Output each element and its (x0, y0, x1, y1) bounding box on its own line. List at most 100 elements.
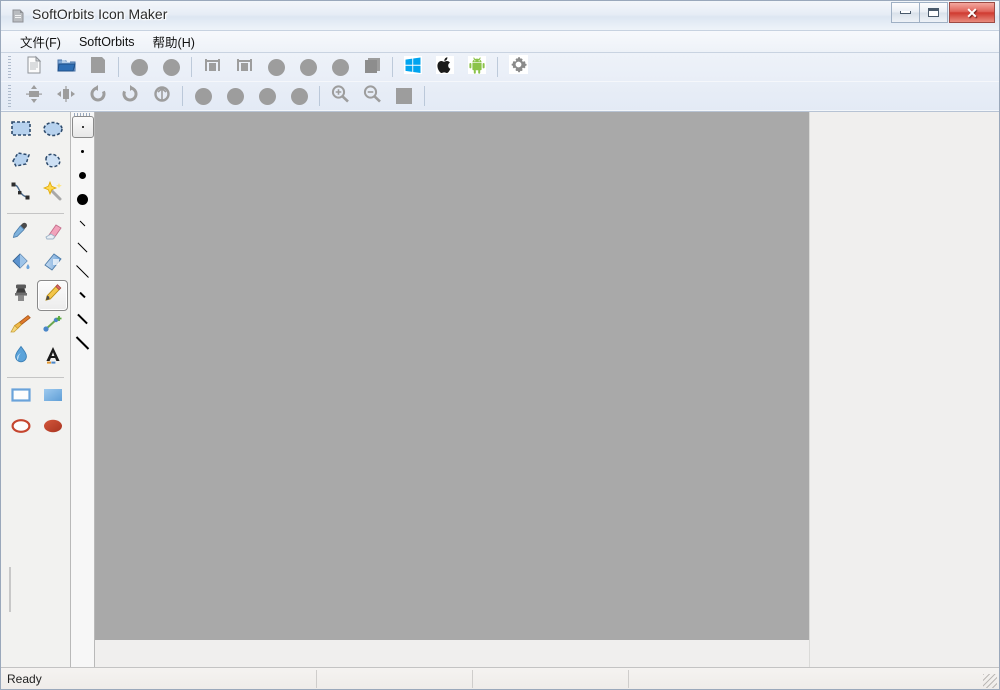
brush-stroke-1[interactable] (72, 212, 94, 234)
ellipse-outline-icon (10, 417, 32, 440)
status-cell-2 (317, 669, 473, 688)
export-apple-button[interactable] (430, 54, 460, 80)
image-canvas[interactable] (95, 112, 810, 640)
tool-gradient[interactable] (37, 249, 68, 280)
tool-rectangle-select[interactable] (5, 116, 36, 147)
export-windows-button[interactable] (398, 54, 428, 80)
tool-path[interactable] (5, 178, 36, 209)
effects-button[interactable] (252, 83, 282, 109)
settings-button[interactable] (503, 54, 533, 80)
tool-eraser[interactable] (37, 218, 68, 249)
close-icon: ✕ (966, 4, 978, 21)
heal-plus-icon (42, 314, 64, 339)
shape-tools-group (1, 382, 70, 444)
rectangle-filled-icon (42, 386, 64, 409)
minimize-icon (900, 11, 911, 14)
zoom-out-icon (362, 84, 383, 109)
resize-canvas-button[interactable] (188, 83, 218, 109)
tool-brush[interactable] (5, 311, 36, 342)
tool-ellipse-select[interactable] (37, 116, 68, 147)
cut-button[interactable] (197, 54, 227, 80)
rotate-left-icon (88, 84, 108, 109)
gradient-icon (42, 252, 64, 277)
tool-blur[interactable] (5, 342, 36, 373)
toolbar-grip[interactable] (7, 85, 15, 107)
layers-button[interactable] (357, 54, 387, 80)
brush-stroke-4[interactable] (72, 284, 94, 306)
delete-button[interactable] (293, 54, 323, 80)
export-android-button[interactable] (462, 54, 492, 80)
crop-icon (226, 87, 244, 105)
close-button[interactable]: ✕ (949, 2, 995, 23)
water-drop-icon (10, 345, 32, 370)
resize-grip[interactable] (983, 674, 997, 688)
save-file-button[interactable] (83, 54, 113, 80)
brush-size-tiny[interactable] (72, 140, 94, 162)
filters-button[interactable] (284, 83, 314, 109)
open-file-button[interactable] (51, 54, 81, 80)
tool-magic-wand[interactable] (37, 178, 68, 209)
status-cell-3 (473, 669, 629, 688)
menu-help[interactable]: 帮助(H) (144, 30, 204, 53)
duplicate-button[interactable] (325, 54, 355, 80)
brush-stroke-3[interactable] (72, 260, 94, 282)
rotate-free-button[interactable] (147, 83, 177, 109)
tool-clone-stamp[interactable] (5, 280, 36, 311)
tool-ellipse-outline[interactable] (5, 413, 36, 444)
maximize-icon (928, 8, 939, 17)
rotate-free-icon (152, 84, 172, 109)
menu-file[interactable]: 文件(F) (11, 30, 70, 53)
lasso-select-icon (10, 150, 32, 175)
menu-softorbits[interactable]: SoftOrbits (70, 33, 144, 51)
zoom-out-button[interactable] (357, 83, 387, 109)
palette-divider (7, 377, 64, 378)
brush-dot-small-icon (79, 171, 86, 179)
flip-horizontal-button[interactable] (51, 83, 81, 109)
tool-text[interactable] (37, 342, 68, 373)
text-a-icon (42, 345, 64, 370)
tool-lasso-select[interactable] (5, 147, 36, 178)
brush-stroke-2-icon (77, 242, 88, 252)
layers-icon (363, 56, 382, 79)
tool-ellipse-filled[interactable] (37, 413, 68, 444)
status-cell-4 (629, 670, 999, 688)
maximize-button[interactable] (919, 2, 948, 23)
toolbar-separator (118, 57, 119, 77)
tool-color-picker[interactable] (5, 218, 36, 249)
toolbar-separator (319, 86, 320, 106)
brush-stroke-6[interactable] (72, 332, 94, 354)
minimize-button[interactable] (891, 2, 920, 23)
brush-stroke-5[interactable] (72, 308, 94, 330)
path-node-icon (10, 181, 32, 206)
tool-rectangle-outline[interactable] (5, 382, 36, 413)
tool-pencil[interactable] (37, 280, 68, 311)
paste-button[interactable] (261, 54, 291, 80)
tool-free-select[interactable] (37, 147, 68, 178)
brush-stroke-1-icon (79, 220, 86, 226)
brush-size-medium[interactable] (72, 188, 94, 210)
brush-size-pixel[interactable] (71, 116, 94, 138)
window-controls: ✕ (891, 2, 995, 23)
brush-size-small[interactable] (72, 164, 94, 186)
rotate-right-icon (120, 84, 140, 109)
rotate-left-button[interactable] (83, 83, 113, 109)
tool-paint-bucket[interactable] (5, 249, 36, 280)
zoom-in-button[interactable] (325, 83, 355, 109)
toolbar-grip[interactable] (7, 56, 15, 78)
actual-size-button[interactable] (389, 83, 419, 109)
crop-button[interactable] (220, 83, 250, 109)
pencil-icon (42, 283, 64, 308)
tool-rectangle-filled[interactable] (37, 382, 68, 413)
redo-button[interactable] (156, 54, 186, 80)
brush-stroke-2[interactable] (72, 236, 94, 258)
flip-vertical-button[interactable] (19, 83, 49, 109)
canvas-host[interactable] (95, 112, 999, 667)
flip-vertical-icon (24, 84, 44, 109)
undo-button[interactable] (124, 54, 154, 80)
rotate-right-button[interactable] (115, 83, 145, 109)
brush-stroke-4-icon (79, 291, 86, 299)
duplicate-icon (331, 58, 349, 76)
copy-button[interactable] (229, 54, 259, 80)
new-document-button[interactable] (19, 54, 49, 80)
tool-heal[interactable] (37, 311, 68, 342)
